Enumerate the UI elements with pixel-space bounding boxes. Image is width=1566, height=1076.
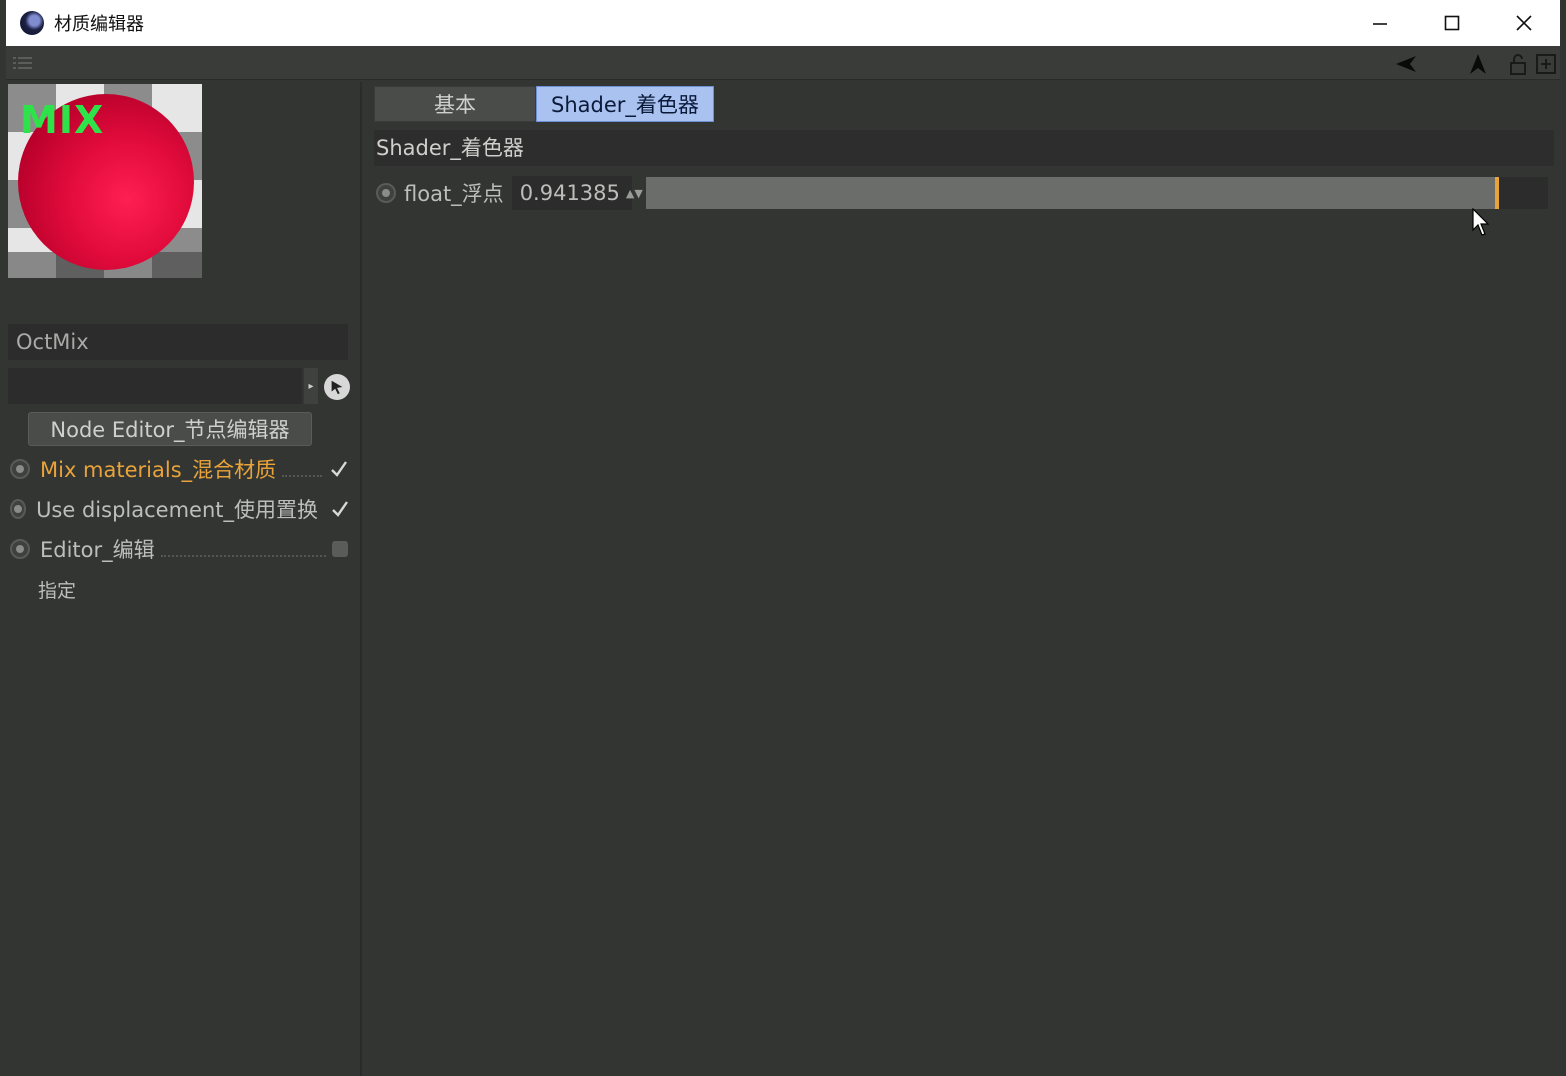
float-value-field[interactable]: 0.941385 ▲▼ [511,176,643,210]
leader-dots [160,555,326,557]
tab-bar: 基本 Shader_着色器 [374,86,714,122]
back-arrow-icon[interactable] [1394,52,1418,76]
maximize-icon [1444,15,1460,31]
option-mix-materials: Mix materials_混合材质 [6,452,360,486]
tab-shader[interactable]: Shader_着色器 [536,86,714,122]
window-title: 材质编辑器 [54,14,144,35]
lock-icon[interactable] [1506,52,1530,76]
animation-radio-icon[interactable] [376,183,396,203]
material-name-field[interactable]: OctMix [8,324,348,360]
node-editor-button[interactable]: Node Editor_节点编辑器 [28,412,312,446]
animation-radio-icon[interactable] [10,459,30,479]
mouse-cursor-icon [1472,208,1490,236]
float-value: 0.941385 [519,181,620,205]
use-displacement-checkbox[interactable] [330,498,350,520]
option-label: Use displacement_使用置换 [36,498,318,522]
slider-handle[interactable] [1494,177,1499,209]
app-logo-icon [20,11,44,35]
title-bar: 材质编辑器 [6,0,1560,46]
checkmark-icon [331,461,347,477]
section-header: Shader_着色器 [374,130,1554,166]
close-icon [1516,15,1532,31]
float-parameter-row: float_浮点 0.941385 ▲▼ [374,176,1554,210]
minimize-button[interactable] [1344,0,1416,46]
menu-grip-icon[interactable] [12,55,34,71]
option-use-displacement: Use displacement_使用置换 [6,492,360,526]
material-editor-window: 材质编辑器 MIX OctMix ▸ Node Editor_节点编辑器 Mix… [0,0,1566,1076]
float-label: float_浮点 [404,182,504,206]
toolbar [6,46,1560,80]
link-arrow-icon[interactable]: ▸ [304,368,318,404]
up-arrow-icon[interactable] [1466,52,1490,76]
float-slider[interactable] [645,177,1548,209]
editor-checkbox[interactable] [332,541,348,557]
option-editor: Editor_编辑 [6,532,360,566]
new-window-icon[interactable] [1534,52,1558,76]
mix-materials-checkbox[interactable] [328,458,350,480]
checkmark-icon [332,501,348,517]
option-label: Mix materials_混合材质 [40,458,277,482]
material-panel: MIX OctMix ▸ Node Editor_节点编辑器 Mix mater… [6,82,362,1076]
link-input[interactable] [8,368,302,404]
window-controls [1344,0,1560,46]
close-button[interactable] [1488,0,1560,46]
maximize-button[interactable] [1416,0,1488,46]
spinner-arrows-icon[interactable]: ▲▼ [626,187,643,200]
option-label: Editor_编辑 [40,538,155,562]
minimize-icon [1373,23,1387,25]
tab-basic[interactable]: 基本 [374,86,536,122]
mix-badge: MIX [20,98,105,142]
attributes-panel: 基本 Shader_着色器 Shader_着色器 float_浮点 0.9413… [366,82,1558,1076]
assign-label[interactable]: 指定 [38,576,76,603]
pick-cursor-icon[interactable] [324,374,350,400]
animation-radio-icon[interactable] [10,539,30,559]
animation-radio-icon[interactable] [10,499,27,519]
material-preview[interactable]: MIX [8,84,202,278]
slider-fill [645,177,1495,209]
leader-dots [282,475,322,477]
